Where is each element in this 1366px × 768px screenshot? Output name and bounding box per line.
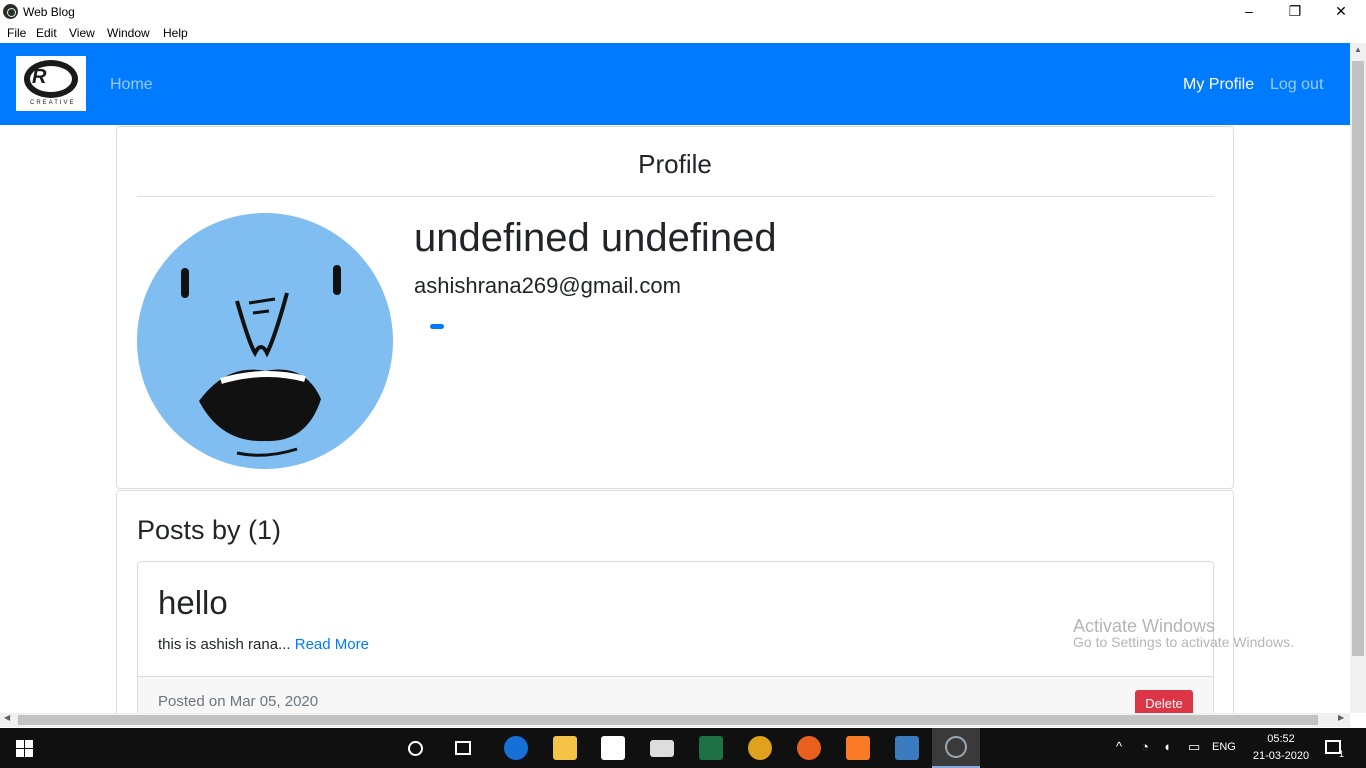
posts-card: Posts by (1) hello this is ashish rana..… [116,490,1234,713]
profile-full-name: undefined undefined [414,216,777,260]
cortana-icon[interactable] [408,741,423,756]
post-excerpt-text: this is ashish rana... [158,636,291,653]
menu-file[interactable]: File [7,26,26,40]
divider [137,196,1214,197]
profile-email: ashishrana269@gmail.com [414,273,681,298]
cartoon-face-avatar-icon [137,213,393,469]
horizontal-scroll-thumb[interactable] [18,715,1318,725]
windows-start-icon[interactable] [16,740,33,757]
post-excerpt: this is ashish rana... Read More [158,636,369,653]
logo-subtitle: CREATIVE [30,100,76,106]
excel-icon[interactable] [699,736,723,760]
electron-icon [945,736,967,758]
clock-date[interactable]: 21-03-2020 [1248,750,1314,762]
restore-button[interactable]: ❐ [1272,0,1318,24]
nav-home-link[interactable]: Home [110,76,153,94]
post-footer: Posted on Mar 05, 2020 Delete [138,676,1213,713]
task-view-icon[interactable] [455,741,471,755]
chrome-icon[interactable] [748,736,772,760]
electron-app-icon [3,4,18,19]
nav-my-profile-link[interactable]: My Profile [1183,76,1254,94]
logo-letter: R [32,66,47,88]
xampp-icon[interactable] [846,736,870,760]
minimize-button[interactable]: – [1226,0,1272,24]
language-indicator[interactable]: ENG [1212,741,1236,753]
mail-icon[interactable] [650,740,674,757]
windows-taskbar: ^ ◔ ◖ ▭ ENG 05:52 21-03-2020 1 [0,728,1366,768]
edge-icon[interactable] [504,736,528,760]
vertical-scrollbar[interactable]: ▲ [1350,43,1366,713]
close-button[interactable]: ✕ [1318,0,1364,24]
profile-card: Profile undefined undefined ashishrana26… [116,126,1234,489]
battery-icon[interactable]: ▭ [1188,739,1200,755]
title-bar: Web Blog – ❐ ✕ [0,0,1366,24]
electron-taskbar-active[interactable] [932,728,980,768]
nav-logout-link[interactable]: Log out [1270,76,1323,94]
volume-icon[interactable]: ◖ [1163,739,1171,754]
firefox-icon[interactable] [797,736,821,760]
browser-viewport: R CREATIVE Home My Profile Log out Profi… [0,43,1350,713]
store-icon[interactable] [601,736,625,760]
navbar: R CREATIVE Home My Profile Log out [0,43,1350,125]
posts-heading: Posts by (1) [137,515,282,545]
vertical-scroll-thumb[interactable] [1352,61,1364,656]
notification-count: 1 [1339,749,1345,759]
delete-button[interactable]: Delete [1135,690,1193,713]
scroll-left-icon[interactable]: ◀ [4,713,10,722]
brand-logo[interactable]: R CREATIVE [16,56,86,111]
menu-help[interactable]: Help [163,26,188,40]
menu-view[interactable]: View [69,26,95,40]
activate-windows-subtitle: Go to Settings to activate Windows. [1073,634,1294,650]
scroll-right-icon[interactable]: ▶ [1338,713,1344,722]
file-explorer-icon[interactable] [553,736,577,760]
virtualbox-icon[interactable] [895,736,919,760]
wifi-icon[interactable]: ◔ [1141,739,1149,754]
scroll-up-icon[interactable]: ▲ [1350,45,1366,54]
menu-edit[interactable]: Edit [36,26,57,40]
clock-time[interactable]: 05:52 [1256,733,1306,745]
window-title: Web Blog [23,5,75,19]
small-accent-bar [430,324,444,329]
show-hidden-icons-icon[interactable]: ^ [1116,739,1122,754]
horizontal-scrollbar[interactable]: ◀ ▶ [0,713,1350,727]
post-item: hello this is ashish rana... Read More P… [137,561,1214,713]
menu-window[interactable]: Window [107,26,150,40]
profile-heading: Profile [638,149,712,179]
menu-bar: File Edit View Window Help [0,24,1366,43]
post-title: hello [158,584,228,621]
post-date: Posted on Mar 05, 2020 [158,693,319,710]
read-more-link[interactable]: Read More [295,636,369,653]
